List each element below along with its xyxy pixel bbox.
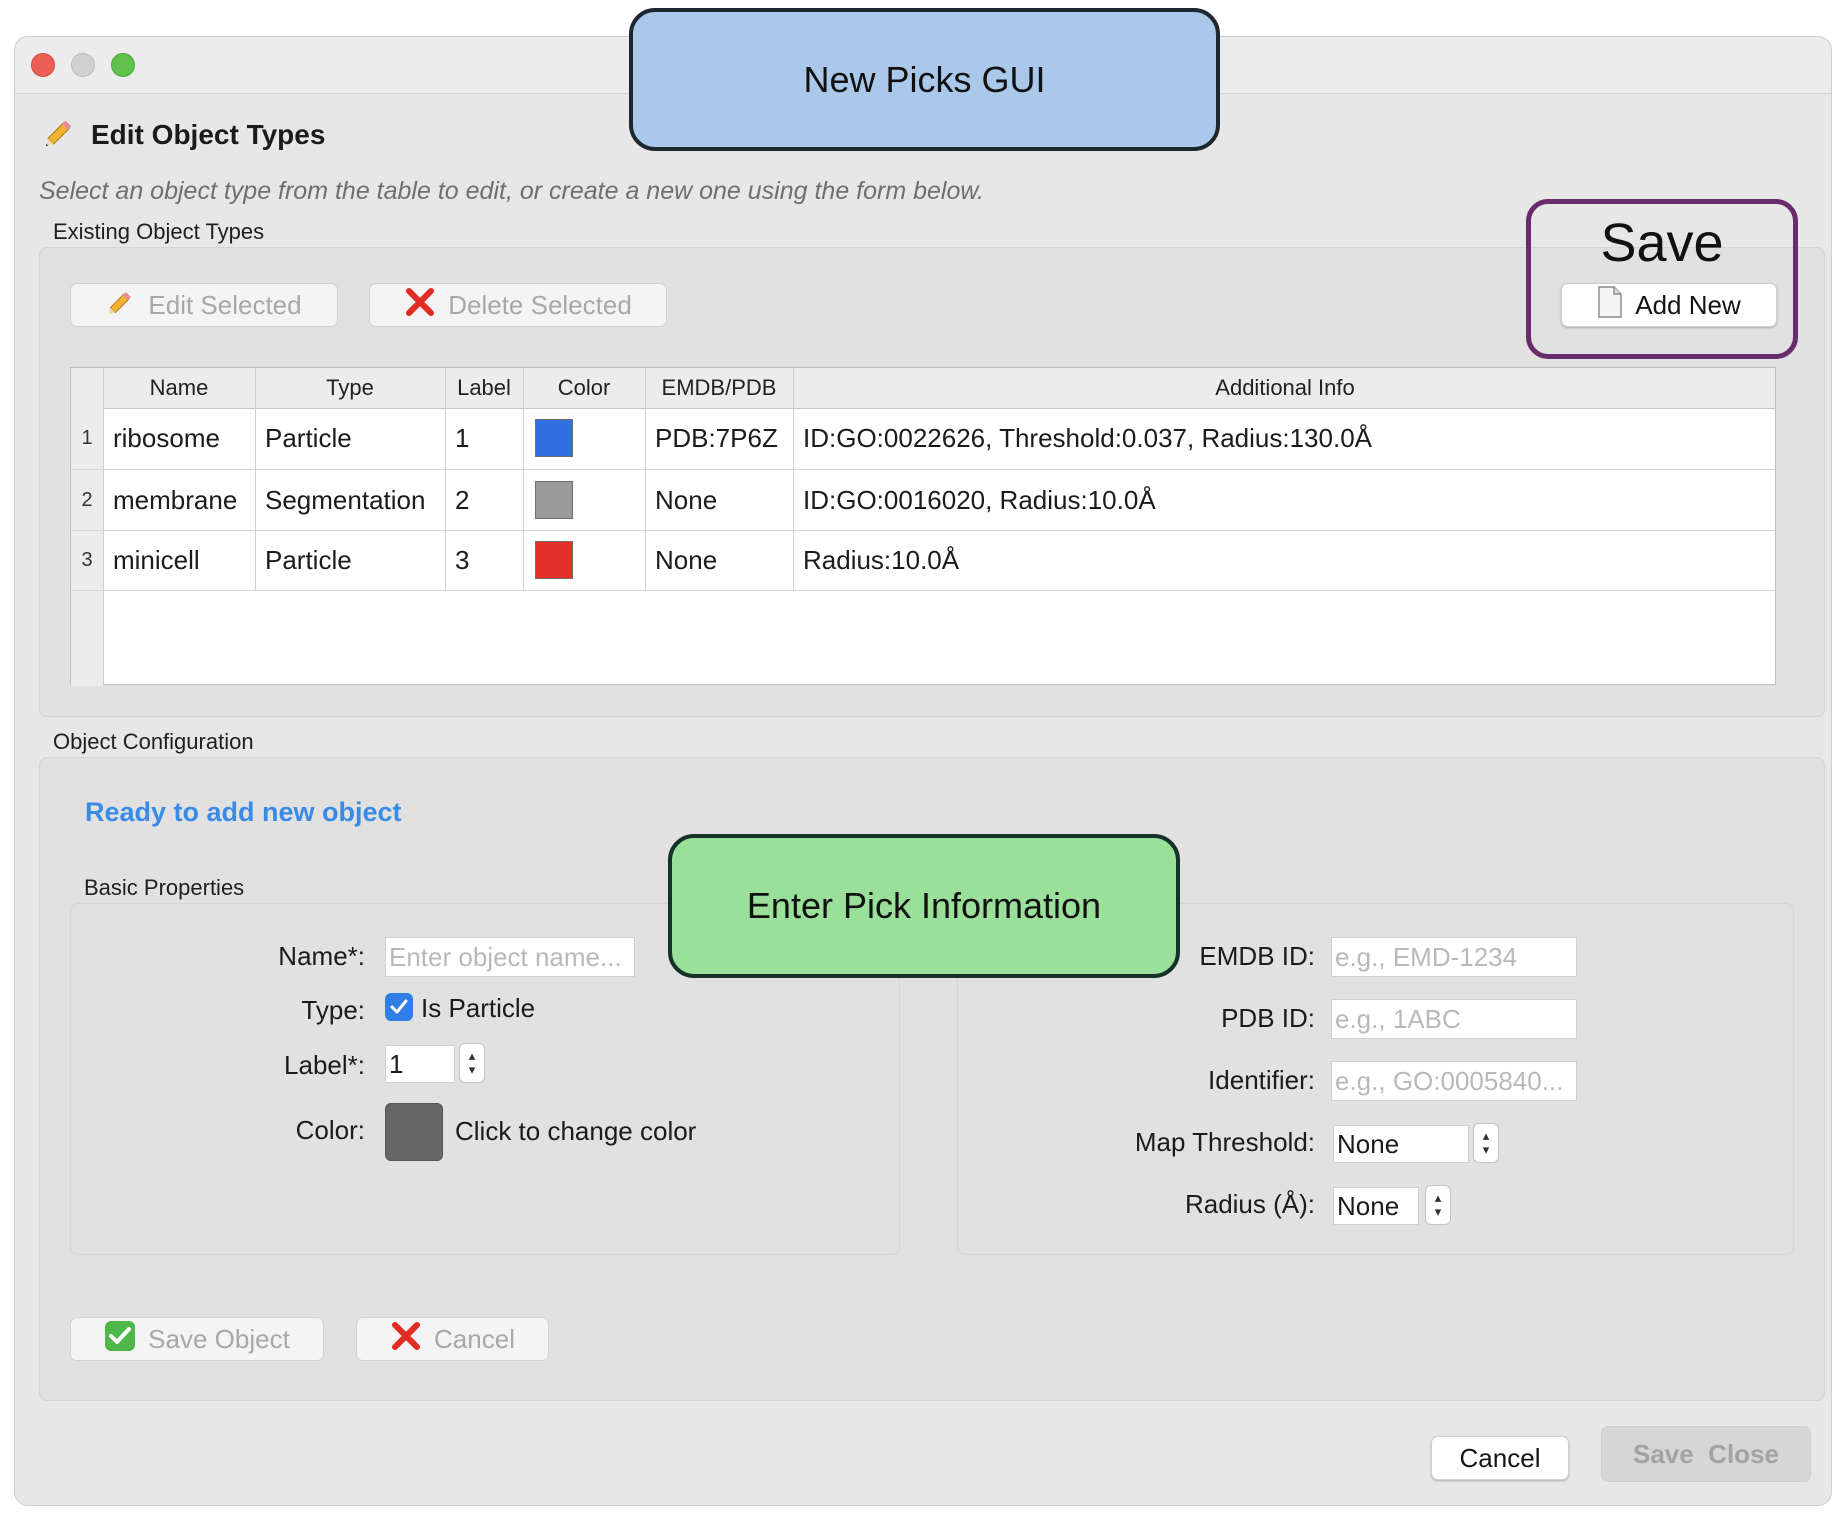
- cell-emdb-pdb: None: [655, 484, 718, 515]
- name-input[interactable]: Enter object name...: [385, 937, 635, 977]
- label-stepper[interactable]: ▴ ▾: [459, 1043, 485, 1083]
- minimize-window-button[interactable]: [71, 53, 95, 77]
- map-threshold-label: Map Threshold:: [1134, 1127, 1315, 1157]
- chevron-up-icon[interactable]: ▴: [1435, 1191, 1442, 1205]
- existing-object-types-label: Existing Object Types: [53, 219, 265, 244]
- chevron-up-icon[interactable]: ▴: [1483, 1129, 1490, 1143]
- form-cancel-label: Cancel: [434, 1323, 515, 1354]
- edit-selected-label: Edit Selected: [148, 289, 302, 320]
- row-number: 1: [71, 408, 103, 469]
- cell-label: 3: [455, 545, 470, 575]
- identifier-label: Identifier:: [1208, 1065, 1315, 1095]
- radius-stepper[interactable]: ▴ ▾: [1425, 1185, 1451, 1225]
- column-header-additional-info[interactable]: Additional Info: [793, 368, 1777, 408]
- delete-selected-button[interactable]: Delete Selected: [369, 283, 667, 327]
- is-particle-label[interactable]: Is Particle: [421, 993, 535, 1024]
- radius-label: Radius (Å):: [1184, 1189, 1315, 1219]
- pdb-id-label: PDB ID:: [1221, 1003, 1315, 1033]
- basic-properties-label: Basic Properties: [84, 875, 245, 900]
- cell-name: membrane: [113, 484, 238, 515]
- row-number: 2: [71, 470, 103, 530]
- color-label: Color:: [295, 1115, 365, 1145]
- color-swatch: [535, 419, 573, 457]
- label-label: Label*:: [284, 1050, 365, 1080]
- edit-selected-button[interactable]: Edit Selected: [70, 283, 338, 327]
- chevron-up-icon[interactable]: ▴: [469, 1049, 476, 1063]
- close-window-button[interactable]: [31, 53, 55, 77]
- callout-new-picks-gui: New Picks GUI: [629, 8, 1220, 151]
- object-types-table: Name Type Label Color EMDB/PDB Additiona…: [70, 367, 1777, 686]
- cell-label: 1: [455, 423, 470, 453]
- callout-enter-pick-information: Enter Pick Information: [668, 834, 1180, 978]
- pencil-icon: [43, 115, 77, 154]
- status-message: Ready to add new object: [85, 797, 402, 827]
- cell-type: Particle: [265, 545, 352, 575]
- map-threshold-stepper[interactable]: ▴ ▾: [1473, 1123, 1499, 1163]
- object-configuration-label: Object Configuration: [53, 729, 254, 754]
- red-x-icon: [390, 1320, 422, 1359]
- name-label: Name*:: [278, 941, 365, 971]
- cell-type: Segmentation: [265, 484, 426, 515]
- radius-spinbox[interactable]: None: [1333, 1187, 1419, 1225]
- pencil-icon: [106, 287, 136, 324]
- chevron-down-icon[interactable]: ▾: [1483, 1143, 1490, 1157]
- column-header-color[interactable]: Color: [523, 368, 645, 408]
- cell-name: ribosome: [113, 423, 220, 453]
- color-picker-button[interactable]: [385, 1103, 443, 1161]
- cell-emdb-pdb: PDB:7P6Z: [655, 423, 778, 453]
- map-threshold-spinbox[interactable]: None: [1333, 1125, 1469, 1163]
- pdb-id-input[interactable]: e.g., 1ABC: [1331, 999, 1577, 1039]
- cell-additional-info: ID:GO:0022626, Threshold:0.037, Radius:1…: [803, 423, 1373, 453]
- color-change-hint[interactable]: Click to change color: [455, 1116, 696, 1147]
- cell-type: Particle: [265, 423, 352, 453]
- column-header-name[interactable]: Name: [103, 368, 255, 408]
- save-callout-label: Save: [1600, 213, 1724, 273]
- identifier-input[interactable]: e.g., GO:0005840...: [1331, 1061, 1577, 1101]
- column-header-type[interactable]: Type: [255, 368, 445, 408]
- dialog-title: Edit Object Types: [91, 118, 326, 150]
- emdb-id-input[interactable]: e.g., EMD-1234: [1331, 937, 1577, 977]
- type-label: Type:: [301, 995, 365, 1025]
- dialog-header: Edit Object Types: [43, 115, 325, 154]
- column-header-emdb-pdb[interactable]: EMDB/PDB: [645, 368, 793, 408]
- row-number: 3: [71, 531, 103, 590]
- green-check-icon: [104, 1320, 136, 1359]
- save-close-button[interactable]: Save Close: [1601, 1426, 1811, 1482]
- cell-emdb-pdb: None: [655, 545, 718, 575]
- cell-label: 2: [455, 484, 470, 515]
- cell-name: minicell: [113, 545, 200, 575]
- color-swatch: [535, 541, 573, 579]
- dialog-cancel-button[interactable]: Cancel: [1431, 1436, 1569, 1480]
- red-x-icon: [404, 286, 436, 325]
- form-cancel-button[interactable]: Cancel: [356, 1317, 549, 1361]
- is-particle-checkbox[interactable]: [385, 993, 413, 1021]
- cell-additional-info: ID:GO:0016020, Radius:10.0Å: [803, 484, 1156, 515]
- dialog-subtitle: Select an object type from the table to …: [39, 177, 984, 205]
- cell-additional-info: Radius:10.0Å: [803, 545, 960, 575]
- chevron-down-icon[interactable]: ▾: [469, 1063, 476, 1077]
- save-object-button[interactable]: Save Object: [70, 1317, 324, 1361]
- delete-selected-label: Delete Selected: [448, 289, 632, 320]
- checkmark-icon: [390, 999, 408, 1014]
- color-swatch: [535, 481, 573, 519]
- save-object-label: Save Object: [148, 1323, 290, 1354]
- chevron-down-icon[interactable]: ▾: [1435, 1205, 1442, 1219]
- label-spinbox[interactable]: 1: [385, 1045, 455, 1083]
- column-header-label[interactable]: Label: [445, 368, 523, 408]
- zoom-window-button[interactable]: [111, 53, 135, 77]
